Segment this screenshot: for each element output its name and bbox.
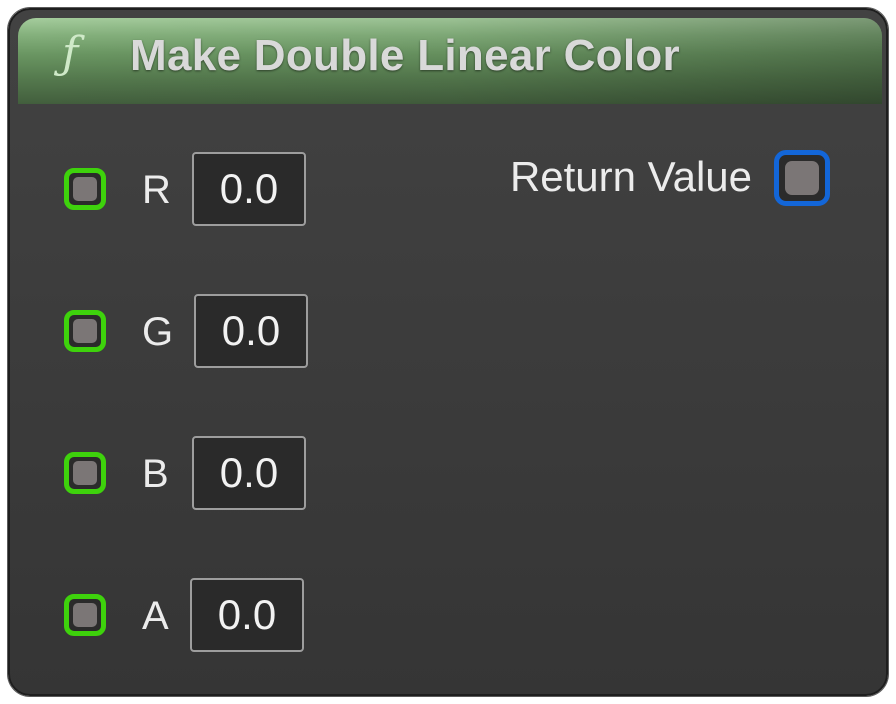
input-label-g: G	[142, 310, 174, 354]
input-label-a: A	[142, 594, 169, 638]
input-pin-r[interactable]	[64, 168, 106, 210]
input-pin-a[interactable]	[64, 594, 106, 636]
input-pin-g[interactable]	[64, 310, 106, 352]
input-label-b: B	[142, 452, 169, 496]
output-pin-return-value[interactable]	[774, 150, 830, 206]
input-value-b[interactable]: 0.0	[192, 436, 306, 510]
function-icon: ƒ	[62, 28, 79, 79]
input-pin-b[interactable]	[64, 452, 106, 494]
node-title: Make Double Linear Color	[130, 31, 680, 80]
input-value-g[interactable]: 0.0	[194, 294, 308, 368]
make-double-linear-color-node[interactable]: ƒ Make Double Linear Color R 0.0 G 0.0 B…	[8, 8, 888, 696]
input-value-r[interactable]: 0.0	[192, 152, 306, 226]
input-value-a[interactable]: 0.0	[190, 578, 304, 652]
output-label-return-value: Return Value	[509, 153, 752, 200]
input-label-r: R	[142, 168, 171, 212]
